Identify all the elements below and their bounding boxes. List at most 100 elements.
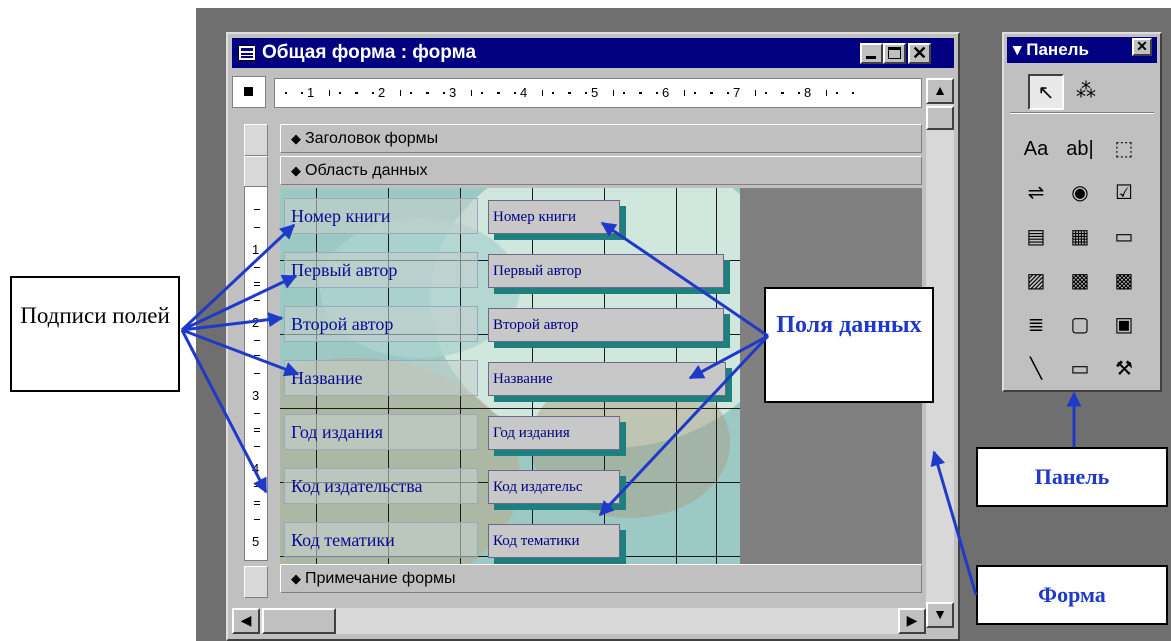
field-label[interactable]: Первый автор <box>284 252 478 288</box>
ruler-number: 4 <box>520 85 528 100</box>
horizontal-ruler[interactable]: 1 2 3 4 5 6 7 8 <box>274 78 922 108</box>
callout-data-fields: Поля данных <box>764 287 934 403</box>
rectangle-tool-button[interactable]: ▭ <box>1062 352 1098 388</box>
ruler-number: 3 <box>449 85 457 100</box>
field-label[interactable]: Название <box>284 360 478 396</box>
data-field[interactable]: Код тематики <box>488 524 620 558</box>
command-button-icon: ▭ <box>1114 226 1134 248</box>
window-title: Общая форма : форма <box>262 42 477 63</box>
option-button-icon: ◉ <box>1071 182 1089 204</box>
ruler-dot <box>552 92 554 94</box>
subform-tool-button[interactable]: ▣ <box>1106 308 1142 344</box>
ruler-dash <box>254 519 260 520</box>
tab-control-tool-button[interactable]: ▢ <box>1062 308 1098 344</box>
header-section-selector[interactable] <box>244 124 268 156</box>
ruler-dot <box>765 92 767 94</box>
ruler-tick <box>613 90 614 96</box>
maximize-button[interactable] <box>883 43 906 64</box>
ruler-number: 5 <box>591 85 599 100</box>
ruler-dash <box>254 358 260 359</box>
rectangle-icon: ▭ <box>1070 358 1090 380</box>
control-wizards-tool-button[interactable]: ⁂ <box>1068 74 1104 110</box>
data-field[interactable]: Первый автор <box>488 254 724 288</box>
toolbox-panel: ▾ Панель ✕ ↖ ⁂ Aa ab| ⬚ ⇌ ◉ ☑ ▤ ▦ ▭ ▨ ▩ ▩ ≣ ▢ ▣ ╲ ▭ ⚒ <box>1002 32 1162 392</box>
option-group-tool-button[interactable]: ⬚ <box>1106 132 1142 168</box>
ruler-dash <box>254 431 260 432</box>
combo-box-icon: ▤ <box>1026 226 1046 248</box>
ruler-dot <box>339 92 341 94</box>
form-footer-bar[interactable]: ◆ Примечание формы <box>280 564 922 593</box>
ruler-tick <box>826 90 827 96</box>
select-objects-icon: ↖ <box>1037 82 1055 104</box>
form-header-bar[interactable]: ◆ Заголовок формы <box>280 124 922 153</box>
data-field[interactable]: Второй автор <box>488 308 724 342</box>
text-box-tool-button[interactable]: ab| <box>1062 132 1098 168</box>
ruler-dot <box>640 92 642 94</box>
bound-object-frame-tool-button[interactable]: ▩ <box>1106 264 1142 300</box>
line-tool-button[interactable]: ╲ <box>1018 352 1054 388</box>
line-icon: ╲ <box>1029 358 1043 380</box>
ruler-number: 2 <box>378 85 386 100</box>
combo-box-tool-button[interactable]: ▤ <box>1018 220 1054 256</box>
bound-object-frame-icon: ▩ <box>1114 270 1134 292</box>
ruler-number: 4 <box>252 461 260 476</box>
scroll-right-button[interactable]: ▶ <box>898 608 926 634</box>
section-marker-icon: ◆ <box>291 131 301 146</box>
section-marker-icon: ◆ <box>291 163 301 178</box>
detail-section-label: Область данных <box>305 162 428 179</box>
detail-section-bar[interactable]: ◆ Область данных <box>280 156 922 185</box>
ruler-dot <box>656 92 658 94</box>
scroll-down-button[interactable]: ▼ <box>926 602 954 628</box>
horizontal-scrollbar[interactable]: ◀ ▶ <box>232 608 926 634</box>
more-controls-tool-button[interactable]: ⚒ <box>1106 352 1142 388</box>
ruler-dash <box>254 282 260 283</box>
subform-icon: ▣ <box>1114 314 1134 336</box>
toggle-button-tool-button[interactable]: ⇌ <box>1018 176 1054 212</box>
image-tool-button[interactable]: ▨ <box>1018 264 1054 300</box>
minimize-button[interactable] <box>860 43 883 64</box>
page-break-icon: ≣ <box>1027 314 1045 336</box>
ruler-dash <box>254 285 260 286</box>
scroll-left-button[interactable]: ◀ <box>232 608 260 634</box>
list-box-tool-button[interactable]: ▦ <box>1062 220 1098 256</box>
ruler-tick <box>755 90 756 96</box>
ruler-dot <box>711 92 713 94</box>
title-bar[interactable]: Общая форма : форма ✕ <box>232 38 954 68</box>
form-selector[interactable] <box>232 76 266 108</box>
data-field[interactable]: Название <box>488 362 726 396</box>
scroll-up-button[interactable]: ▲ <box>926 78 954 104</box>
ruler-dot <box>498 92 500 94</box>
data-field[interactable]: Год издания <box>488 416 620 450</box>
form-header-label: Заголовок формы <box>305 130 439 147</box>
ruler-dot <box>569 92 571 94</box>
ruler-dot <box>852 92 854 94</box>
horizontal-scroll-thumb[interactable] <box>262 608 336 634</box>
ruler-number: 3 <box>252 388 260 403</box>
command-button-tool-button[interactable]: ▭ <box>1106 220 1142 256</box>
vertical-scroll-thumb[interactable] <box>926 106 954 130</box>
field-label[interactable]: Код издательства <box>284 468 478 504</box>
field-label[interactable]: Номер книги <box>284 198 478 234</box>
close-button[interactable]: ✕ <box>908 43 931 64</box>
field-label[interactable]: Второй автор <box>284 306 478 342</box>
ruler-tick <box>542 90 543 96</box>
label-tool-button[interactable]: Aa <box>1018 132 1054 168</box>
data-field[interactable]: Код издательс <box>488 470 620 504</box>
ruler-dot <box>427 92 429 94</box>
ruler-tick <box>400 90 401 96</box>
option-button-tool-button[interactable]: ◉ <box>1062 176 1098 212</box>
page-break-tool-button[interactable]: ≣ <box>1018 308 1054 344</box>
ruler-tick <box>684 90 685 96</box>
tab-control-icon: ▢ <box>1070 314 1090 336</box>
select-objects-tool-button[interactable]: ↖ <box>1028 74 1064 110</box>
ruler-dash <box>254 267 260 268</box>
detail-section-selector[interactable] <box>244 156 268 188</box>
field-label[interactable]: Год издания <box>284 414 478 450</box>
data-field[interactable]: Номер книги <box>488 200 620 234</box>
field-label[interactable]: Код тематики <box>284 522 478 558</box>
unbound-object-frame-tool-button[interactable]: ▩ <box>1062 264 1098 300</box>
footer-section-selector[interactable] <box>244 566 268 598</box>
check-box-tool-button[interactable]: ☑ <box>1106 176 1142 212</box>
control-wizards-icon: ⁂ <box>1076 80 1096 102</box>
ruler-dot <box>782 92 784 94</box>
